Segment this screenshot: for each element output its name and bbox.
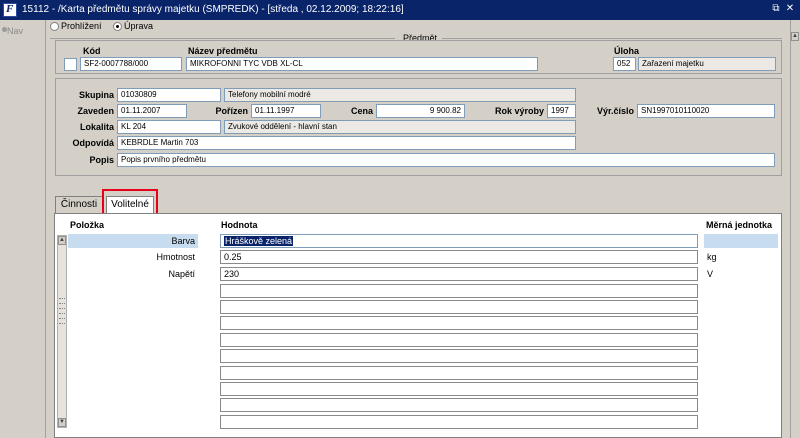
uloha-code-input[interactable]: 052 — [613, 57, 636, 71]
nav-label[interactable]: Nav — [7, 26, 23, 36]
rok-vyroby-label: Rok výroby — [494, 106, 544, 116]
app-icon — [3, 3, 17, 17]
zaveden-label: Zaveden — [77, 106, 114, 116]
row-value-hmotnost[interactable]: 0.25 — [220, 250, 698, 264]
empty-row-field[interactable] — [220, 349, 698, 363]
odpovida-label: Odpovídá — [72, 138, 114, 148]
tab-volitelne-highlight — [102, 189, 158, 215]
grid-scrollbar[interactable]: ▲ ▼ — [57, 235, 67, 428]
empty-row-field[interactable] — [220, 415, 698, 429]
skupina-name-field: Telefony mobilní modré — [224, 88, 576, 102]
empty-row-field[interactable] — [220, 366, 698, 380]
col-header-jednotka: Měrná jednotka — [706, 220, 773, 230]
radio-uprava[interactable] — [113, 22, 122, 31]
zaveden-input[interactable]: 01.11.2007 — [117, 104, 187, 118]
scroll-thumb[interactable] — [58, 296, 66, 324]
rok-vyroby-input[interactable]: 1997 — [547, 104, 576, 118]
row-unit-hmotnost: kg — [707, 252, 717, 262]
row-value-napeti[interactable]: 230 — [220, 267, 698, 281]
cena-input[interactable]: 9 900.82 — [376, 104, 465, 118]
row-unit-napeti: V — [707, 269, 714, 279]
scroll-down-icon[interactable]: ▼ — [58, 418, 66, 427]
lokalita-name-field: Zvukové oddělení - hlavní stan — [224, 120, 576, 134]
nazev-label: Název předmětu — [188, 46, 258, 56]
lokalita-code-input[interactable]: KL 204 — [117, 120, 221, 134]
empty-row-field[interactable] — [220, 316, 698, 330]
uloha-name-field: Zařazení majetku — [638, 57, 776, 71]
lokalita-label: Lokalita — [79, 122, 114, 132]
empty-row-field[interactable] — [220, 300, 698, 314]
title-bar: 15112 - /Karta předmětu správy majetku (… — [0, 0, 800, 20]
radio-prohlizeni-label: Prohlížení — [61, 21, 102, 31]
col-header-hodnota: Hodnota — [221, 220, 258, 230]
scroll-up-icon[interactable]: ▲ — [58, 236, 66, 245]
window-scroll-up-icon[interactable]: ▲ — [791, 32, 799, 41]
nav-panel: Nav — [0, 20, 46, 438]
row-value-barva-text: Hráškově zelená — [224, 236, 294, 246]
window-title: 15112 - /Karta předmětu správy majetku (… — [22, 4, 404, 15]
empty-row-field[interactable] — [220, 382, 698, 396]
group-line-right — [442, 38, 782, 39]
odpovida-input[interactable]: KEBRDLE Martin 703 — [117, 136, 576, 150]
popis-input[interactable]: Popis prvního předmětu — [117, 153, 775, 167]
row-label-hmotnost: Hmotnost — [156, 252, 195, 262]
cena-label: Cena — [351, 106, 374, 116]
vyr-cislo-label: Výr.číslo — [596, 106, 634, 116]
radio-uprava-label: Úprava — [124, 21, 154, 31]
porizen-label: Pořízen — [215, 106, 248, 116]
window-scrollbar[interactable]: ▲ — [790, 20, 800, 438]
empty-row-field[interactable] — [220, 333, 698, 347]
radio-prohlizeni[interactable] — [50, 22, 59, 31]
nazev-input[interactable]: MIKROFONNI TYC VDB XL-CL — [186, 57, 538, 71]
group-line-left — [50, 38, 395, 39]
row-value-barva[interactable]: Hráškově zelená — [220, 234, 698, 248]
popis-label: Popis — [89, 155, 114, 165]
skupina-code-input[interactable]: 01030809 — [117, 88, 221, 102]
restore-icon[interactable]: ⧉ — [770, 3, 782, 15]
vyr-cislo-input[interactable]: SN1997010110020 — [637, 104, 775, 118]
selected-row-unit-strip — [704, 234, 778, 248]
tab-cinnosti[interactable]: Činnosti — [55, 196, 103, 213]
kod-label: Kód — [83, 46, 101, 56]
col-header-polozka: Položka — [70, 220, 105, 230]
skupina-label: Skupina — [78, 90, 114, 100]
kod-input[interactable]: SF2-0007788/000 — [80, 57, 182, 71]
row-label-napeti: Napětí — [168, 269, 195, 279]
predmet-checkbox[interactable] — [64, 58, 77, 71]
porizen-input[interactable]: 01.11.1997 — [251, 104, 321, 118]
close-icon[interactable]: ✕ — [784, 3, 796, 15]
uloha-label: Úloha — [614, 46, 640, 56]
empty-row-field[interactable] — [220, 284, 698, 298]
row-label-barva: Barva — [171, 236, 195, 246]
empty-row-field[interactable] — [220, 398, 698, 412]
